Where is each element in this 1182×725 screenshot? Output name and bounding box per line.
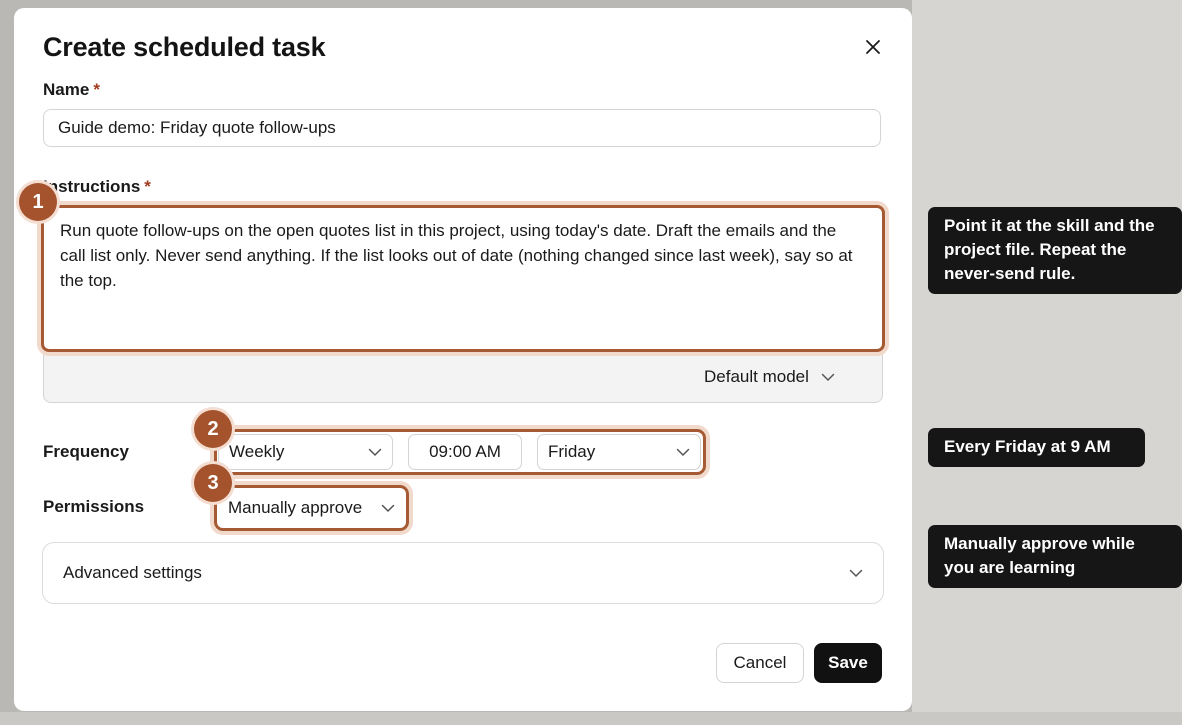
background-panel [912,0,1182,718]
name-label: Name * [43,80,100,100]
advanced-settings-toggle[interactable]: Advanced settings [42,542,884,604]
instructions-textarea[interactable]: Run quote follow-ups on the open quotes … [41,205,885,352]
permissions-select[interactable]: Manually approve [218,490,405,526]
frequency-interval-value: Weekly [229,442,285,461]
instructions-label-text: Instructions [43,177,141,196]
callout-tooltip-1: Point it at the skill and the project fi… [928,207,1182,294]
name-label-text: Name [43,80,90,99]
permissions-value: Manually approve [228,498,363,517]
frequency-interval-select[interactable]: Weekly [218,434,393,470]
chevron-down-icon [849,569,863,578]
frequency-time-input[interactable]: 09:00 AM [408,434,522,470]
frequency-label: Frequency [43,442,129,461]
frequency-day-value: Friday [548,442,596,461]
permissions-label: Permissions [43,497,145,516]
frequency-day-select[interactable]: Friday [537,434,701,470]
name-input[interactable] [43,109,881,147]
advanced-settings-label: Advanced settings [63,563,202,582]
step-badge-2: 2 [194,410,232,448]
required-mark: * [144,177,151,196]
step-badge-1: 1 [19,183,57,221]
model-select[interactable]: Default model [704,365,835,389]
close-button[interactable] [862,36,884,58]
frequency-time-value: 09:00 AM [429,442,501,461]
callout-tooltip-2: Every Friday at 9 AM [928,428,1145,467]
chevron-down-icon [381,504,395,513]
dialog-title: Create scheduled task [43,32,326,62]
required-mark: * [93,80,100,99]
callout-tooltip-3: Manually approve while you are learning [928,525,1182,588]
background-strip [0,712,1182,725]
close-icon [866,40,880,54]
model-select-value: Default model [704,367,809,386]
chevron-down-icon [676,448,690,457]
chevron-down-icon [821,373,835,381]
save-button[interactable]: Save [814,643,882,683]
chevron-down-icon [368,448,382,457]
instructions-label: Instructions * [43,177,151,197]
create-task-dialog: Create scheduled task Name* Instructions… [14,8,912,711]
cancel-button[interactable]: Cancel [716,643,804,683]
step-badge-3: 3 [194,464,232,502]
